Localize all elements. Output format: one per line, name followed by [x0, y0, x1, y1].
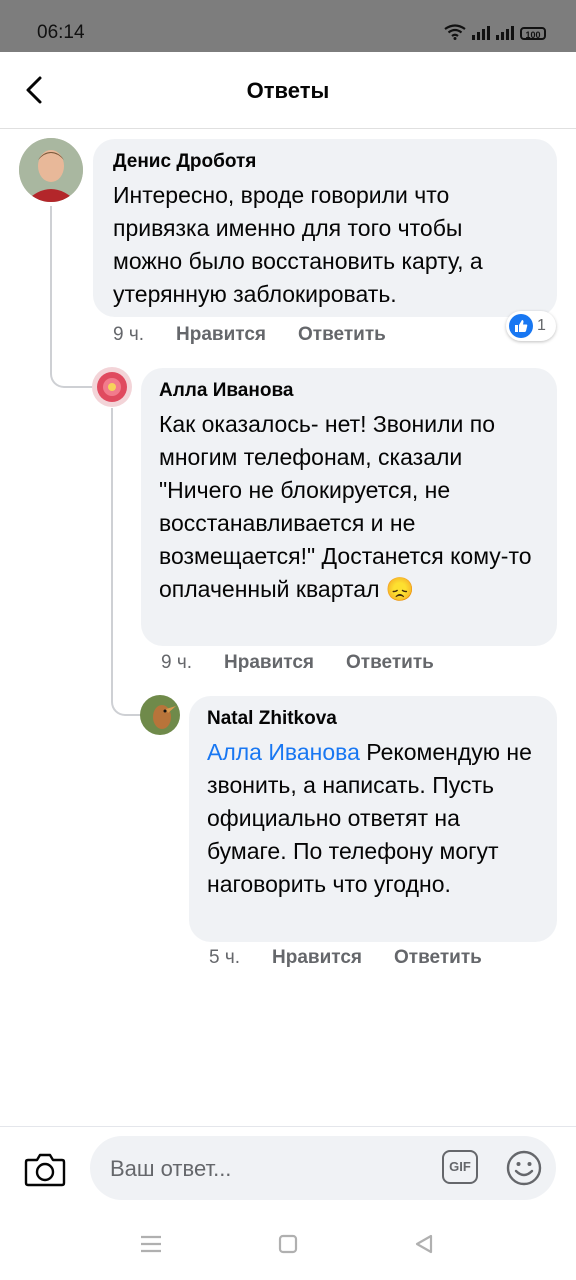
wifi-icon: [444, 24, 466, 40]
like-button[interactable]: Нравится: [224, 652, 314, 674]
status-time: 06:14: [37, 22, 85, 43]
avatar[interactable]: [19, 138, 83, 202]
status-bar: 06:14 100: [0, 0, 576, 52]
system-navigation-bar: [0, 1208, 576, 1280]
comment-bubble[interactable]: Алла Иванова Как оказалось- нет! Звонили…: [141, 368, 557, 646]
page-title: Ответы: [246, 78, 330, 103]
like-button[interactable]: Нравится: [272, 947, 362, 969]
camera-icon[interactable]: [24, 1150, 66, 1188]
reaction-badge[interactable]: 1: [506, 311, 556, 341]
reply-button[interactable]: Ответить: [394, 947, 482, 969]
menu-icon[interactable]: [140, 1234, 162, 1254]
mention-link[interactable]: Алла Иванова: [207, 739, 360, 765]
comment-text: Интересно, вроде говорили что привязка и…: [113, 182, 483, 307]
comment-bubble[interactable]: Денис Дроботя Интересно, вроде говорили …: [93, 139, 557, 317]
comment-author[interactable]: Денис Дроботя: [113, 151, 537, 173]
battery-icon: 100: [520, 27, 546, 40]
home-icon[interactable]: [278, 1234, 298, 1254]
comment-author[interactable]: Алла Иванова: [159, 380, 539, 402]
like-icon: [509, 314, 533, 338]
comment-text: Как оказалось- нет! Звонили по многим те…: [159, 408, 539, 606]
avatar[interactable]: [92, 367, 132, 407]
thread-line: [111, 408, 113, 690]
comment-time[interactable]: 9 ч.: [113, 324, 144, 346]
thread-connector: [111, 680, 143, 716]
divider: [0, 1126, 576, 1127]
reaction-count: 1: [537, 317, 546, 334]
back-triangle-icon[interactable]: [414, 1234, 434, 1254]
comment-text: Алла Иванова Рекомендую не звонить, а на…: [207, 736, 539, 901]
reply-button[interactable]: Ответить: [346, 652, 434, 674]
signal-icon-2: [496, 26, 514, 40]
comment-time[interactable]: 5 ч.: [209, 947, 240, 969]
header: Ответы: [0, 52, 576, 129]
comment-text-body: Как оказалось- нет! Звонили по многим те…: [159, 411, 532, 602]
reply-input[interactable]: Ваш ответ... GIF: [90, 1136, 556, 1200]
like-button[interactable]: Нравится: [176, 324, 266, 346]
gif-button[interactable]: GIF: [442, 1150, 478, 1184]
thread-line: [50, 206, 52, 372]
thread-connector: [50, 360, 94, 388]
sad-emoji-icon: 😞: [385, 576, 415, 602]
avatar[interactable]: [140, 695, 180, 735]
status-icons: 100: [444, 24, 546, 40]
reply-button[interactable]: Ответить: [298, 324, 386, 346]
signal-icon: [472, 26, 490, 40]
comment-actions: 9 ч. Нравится Ответить: [161, 652, 434, 674]
comment-actions: 9 ч. Нравится Ответить: [113, 324, 386, 346]
reply-placeholder: Ваш ответ...: [110, 1156, 232, 1181]
comment-author[interactable]: Natal Zhitkova: [207, 708, 539, 730]
comment-actions: 5 ч. Нравится Ответить: [209, 947, 482, 969]
smile-icon[interactable]: [506, 1150, 542, 1186]
comment-bubble[interactable]: Natal Zhitkova Алла Иванова Рекомендую н…: [189, 696, 557, 942]
comment-time[interactable]: 9 ч.: [161, 652, 192, 674]
